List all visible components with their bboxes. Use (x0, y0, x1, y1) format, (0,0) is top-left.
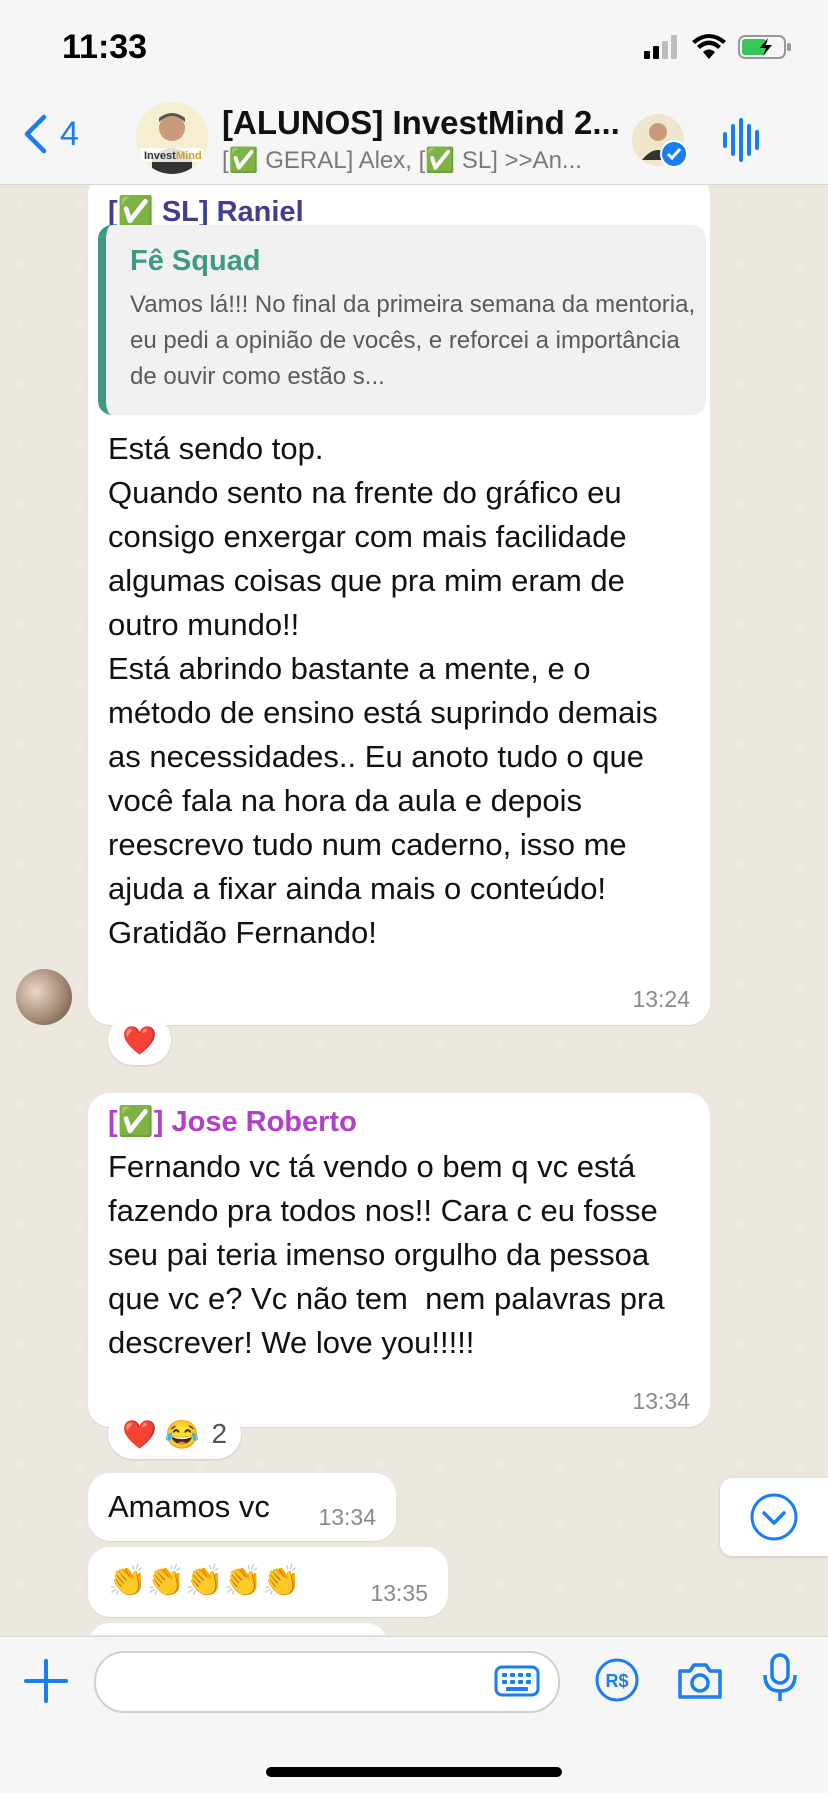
home-indicator (266, 1767, 562, 1777)
pix-icon[interactable]: R$ (594, 1657, 640, 1703)
signal-icon (644, 35, 677, 59)
status-time: 11:33 (62, 28, 148, 66)
message-input-field[interactable] (94, 1651, 560, 1713)
message-text: Amamos vc (108, 1489, 270, 1524)
chevron-down-icon (750, 1493, 798, 1541)
sender-name[interactable]: [✅] Jose Roberto (108, 1105, 357, 1139)
unread-count: 4 (60, 114, 79, 153)
quote-author: Fê Squad (130, 245, 261, 277)
camera-icon[interactable] (676, 1661, 724, 1701)
reaction-count: 2 (211, 1418, 228, 1449)
group-participants[interactable]: [✅ GERAL] Alex, [✅ SL] >>An... (222, 146, 612, 175)
chat-header: 4 Invest Mind [ALUNOS] InvestMind 2... [… (0, 96, 828, 185)
battery-icon (738, 35, 791, 59)
scroll-to-bottom-button[interactable] (720, 1478, 828, 1556)
status-icons (644, 34, 792, 60)
group-title[interactable]: [ALUNOS] InvestMind 2... (222, 104, 622, 142)
group-avatar[interactable]: Invest Mind (136, 102, 208, 174)
message-bubble[interactable]: [✅] Jose Roberto Fernando vc tá vendo o … (88, 1093, 710, 1427)
message-text: Fernando vc tá vendo o bem q vc está faz… (108, 1149, 674, 1360)
message-bubble-partial[interactable] (88, 1623, 388, 1635)
chevron-left-icon (24, 114, 47, 154)
reaction-emoji: ❤️ (122, 1024, 157, 1056)
message-input[interactable] (114, 1661, 478, 1703)
voice-chat-button[interactable] (722, 118, 762, 167)
quoted-message[interactable]: Fê Squad Vamos lá!!! No final da primeir… (98, 225, 706, 415)
message-time: 13:35 (370, 1580, 428, 1606)
message-text: Está sendo top. Quando sento na frente d… (108, 431, 658, 950)
audio-waveform-icon (723, 118, 759, 162)
microphone-icon[interactable] (762, 1653, 798, 1703)
status-bar: 11:33 (0, 0, 828, 96)
reaction-badge[interactable]: ❤️ (108, 1015, 171, 1065)
message-time: 13:24 (632, 986, 690, 1012)
message-time: 13:34 (632, 1388, 690, 1414)
verified-badge (660, 140, 688, 168)
svg-text:Invest: Invest (144, 150, 176, 162)
keyboard-icon[interactable] (494, 1665, 540, 1697)
sender-avatar[interactable] (16, 969, 72, 1025)
message-bubble[interactable]: [✅ SL] Raniel Fê Squad Vamos lá!!! No fi… (88, 185, 710, 1025)
reaction-badge[interactable]: ❤️ 😂 2 (108, 1409, 242, 1459)
quote-text: Vamos lá!!! No final da primeira semana … (130, 291, 696, 390)
sender-name[interactable]: [✅ SL] Raniel (108, 195, 304, 229)
chat-area[interactable]: [✅ SL] Raniel Fê Squad Vamos lá!!! No fi… (0, 185, 828, 1635)
message-text: 👏👏👏👏👏 (108, 1563, 301, 1598)
svg-text:Mind: Mind (176, 150, 202, 162)
reaction-emoji: ❤️ 😂 (122, 1418, 200, 1450)
message-bubble[interactable]: Amamos vc 13:34 (88, 1473, 396, 1541)
composer-bar: R$ (0, 1636, 828, 1793)
message-time: 13:34 (318, 1504, 376, 1530)
svg-text:R$: R$ (605, 1671, 628, 1691)
back-button[interactable]: 4 (22, 114, 79, 154)
message-bubble[interactable]: 👏👏👏👏👏 13:35 (88, 1547, 448, 1617)
plus-icon[interactable] (24, 1659, 68, 1703)
wifi-icon (692, 34, 726, 59)
